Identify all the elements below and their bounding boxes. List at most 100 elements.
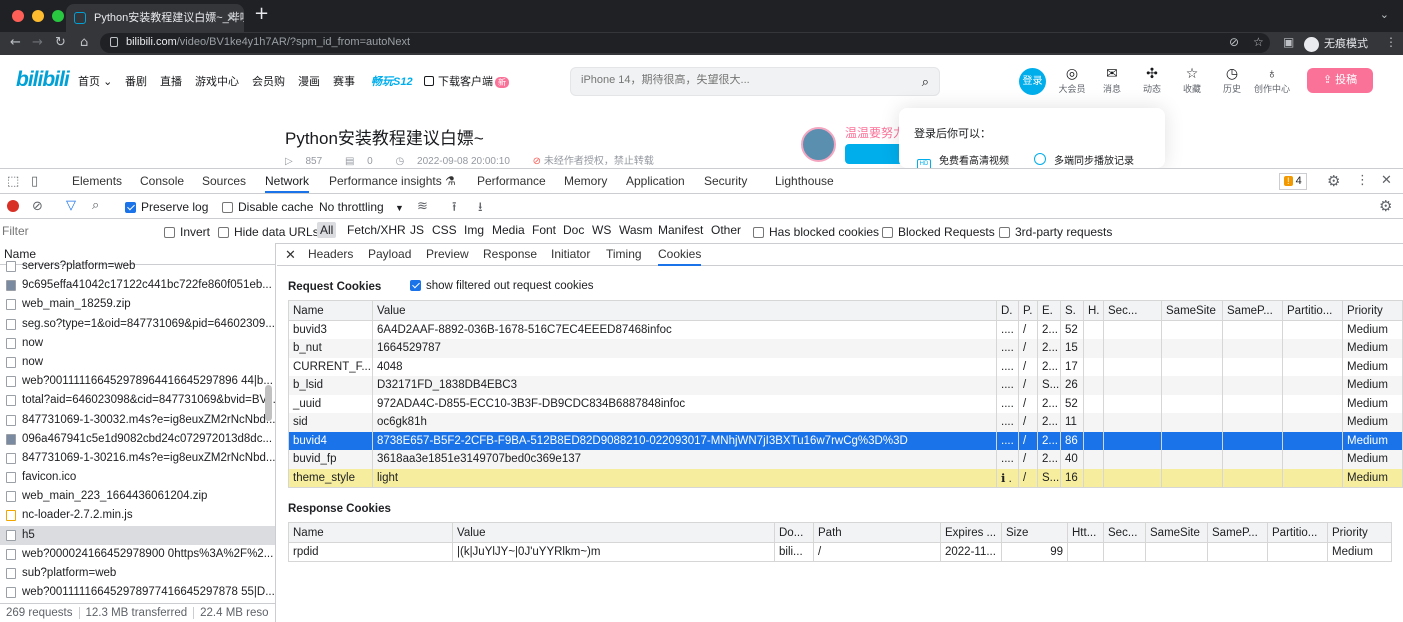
column-header[interactable]: D.: [996, 300, 1019, 321]
request-cookie-row[interactable]: theme_style light ℹ . / S... 16 Medium: [288, 468, 1403, 487]
column-header[interactable]: Sec...: [1103, 300, 1162, 321]
column-header[interactable]: H.: [1083, 300, 1104, 321]
nav-download-client[interactable]: 下载客户端新: [424, 73, 509, 89]
request-row[interactable]: servers?platform=web: [0, 257, 275, 276]
network-settings-gear-icon[interactable]: ⚙: [1379, 197, 1392, 215]
request-row[interactable]: now: [0, 334, 275, 353]
request-cookie-row[interactable]: b_nut 1664529787..../2... 15 Medium: [288, 339, 1403, 358]
tab-lighthouse[interactable]: Lighthouse: [775, 169, 834, 193]
column-header[interactable]: Name: [288, 522, 453, 543]
column-header[interactable]: SameP...: [1207, 522, 1268, 543]
nav-manga[interactable]: 漫画: [298, 73, 320, 89]
request-cookie-row[interactable]: _uuid 972ADA4C-D855-ECC10-3B3F-DB9CDC834B…: [288, 394, 1403, 413]
column-header[interactable]: Value: [452, 522, 775, 543]
column-header[interactable]: Size: [1001, 522, 1068, 543]
issues-counter[interactable]: ! 4: [1279, 173, 1307, 190]
upload-button[interactable]: ⇪ 投稿: [1307, 68, 1373, 93]
filter-input[interactable]: [2, 222, 152, 240]
incognito-profile[interactable]: 无痕模式: [1304, 35, 1368, 52]
tab-sources[interactable]: Sources: [202, 169, 246, 193]
clear-icon[interactable]: ⊘: [32, 198, 43, 214]
login-button[interactable]: 登录: [1019, 68, 1046, 95]
close-detail-icon[interactable]: ✕: [285, 243, 296, 266]
request-row[interactable]: web?000024166452978900 0https%3A%2F%2...: [0, 545, 275, 564]
search-input[interactable]: [581, 74, 901, 86]
filter-img[interactable]: Img: [461, 222, 487, 238]
column-header[interactable]: Path: [813, 522, 941, 543]
address-bar[interactable]: bilibili.com/video/BV1ke4y1h7AR/?spm_id_…: [100, 33, 1270, 53]
header-messages[interactable]: ✉ 消息: [1095, 65, 1129, 95]
hide-data-urls-checkbox[interactable]: Hide data URLs: [218, 225, 319, 239]
scrollbar-thumb[interactable]: [265, 385, 272, 421]
inspect-element-icon[interactable]: ⬚: [7, 173, 19, 189]
request-row[interactable]: 847731069-1-30216.m4s?e=ig8euxZM2rNcNbd.…: [0, 449, 275, 468]
record-icon[interactable]: [7, 200, 19, 212]
filter-fetch-xhr[interactable]: Fetch/XHR: [344, 222, 409, 238]
request-cookie-row[interactable]: buvid3 6A4D2AAF-8892-036B-1678-516C7EC4EE…: [288, 320, 1403, 339]
tab-initiator[interactable]: Initiator: [551, 243, 590, 266]
home-icon[interactable]: ⌂: [80, 35, 88, 50]
column-header[interactable]: SameP...: [1222, 300, 1283, 321]
request-row[interactable]: now: [0, 353, 275, 372]
tab-elements[interactable]: Elements: [72, 169, 122, 193]
request-row[interactable]: web?001111166452978964416645297896 44|b.…: [0, 372, 275, 391]
header-vip[interactable]: ◎ 大会员: [1055, 65, 1089, 95]
search-icon[interactable]: ⌕: [922, 74, 929, 90]
tab-headers[interactable]: Headers: [308, 243, 353, 266]
column-header[interactable]: Htt...: [1067, 522, 1104, 543]
filter-css[interactable]: CSS: [429, 222, 460, 238]
third-party-requests-checkbox[interactable]: 3rd-party requests: [999, 225, 1112, 239]
follow-button[interactable]: [845, 144, 905, 164]
filter-font[interactable]: Font: [529, 222, 559, 238]
bilibili-logo[interactable]: bilibili: [16, 68, 70, 92]
nav-esports[interactable]: 赛事: [333, 73, 355, 89]
nav-mall[interactable]: 会员购: [252, 73, 285, 89]
side-panel-icon[interactable]: ▣: [1283, 35, 1294, 49]
import-har-icon[interactable]: ⭱: [452, 198, 457, 220]
request-row[interactable]: 096a467941c5e1d9082cbd24c072972013d8dc..…: [0, 430, 275, 449]
response-cookie-row[interactable]: rpdid |(k|JuYlJY~|0J'uYYRlkm~)m bili.../20…: [288, 542, 1392, 561]
column-header[interactable]: Name: [288, 300, 373, 321]
filter-other[interactable]: Other: [708, 222, 744, 238]
close-tab-icon[interactable]: ✕: [226, 4, 236, 32]
forward-icon[interactable]: →: [32, 35, 43, 50]
back-icon[interactable]: ←: [10, 35, 21, 50]
filter-manifest[interactable]: Manifest: [655, 222, 706, 238]
filter-media[interactable]: Media: [489, 222, 528, 238]
column-header[interactable]: Sec...: [1103, 522, 1146, 543]
filter-doc[interactable]: Doc: [560, 222, 587, 238]
tab-preview[interactable]: Preview: [426, 243, 469, 266]
column-header[interactable]: SameSite: [1161, 300, 1223, 321]
column-header[interactable]: E.: [1037, 300, 1061, 321]
column-header[interactable]: Value: [372, 300, 997, 321]
request-row[interactable]: 847731069-1-30032.m4s?e=ig8euxZM2rNcNbd.…: [0, 411, 275, 430]
search-box[interactable]: ⌕: [570, 67, 940, 96]
filter-ws[interactable]: WS: [589, 222, 614, 238]
tab-network[interactable]: Network: [265, 169, 310, 193]
tab-security[interactable]: Security: [704, 169, 747, 193]
close-devtools-icon[interactable]: ✕: [1381, 172, 1392, 188]
browser-tab[interactable]: Python安装教程建议白嫖~_哔哩 ✕: [66, 4, 244, 32]
request-row[interactable]: web?001111166452978977416645297878 55|D.…: [0, 583, 275, 602]
header-dynamic[interactable]: ✣ 动态: [1135, 65, 1169, 95]
minimize-window-button[interactable]: [32, 10, 44, 22]
tab-cookies[interactable]: Cookies: [658, 243, 702, 266]
invert-checkbox[interactable]: Invert: [164, 225, 210, 239]
tab-search-chevron-icon[interactable]: ⌄: [1380, 8, 1389, 21]
request-row[interactable]: nc-loader-2.7.2.min.js: [0, 506, 275, 525]
column-header[interactable]: Partitio...: [1267, 522, 1328, 543]
request-list-scrollbar[interactable]: [265, 265, 272, 595]
request-cookie-row[interactable]: sid oc6gk81h..../2... 11 Medium: [288, 413, 1403, 432]
info-icon[interactable]: ℹ: [1001, 473, 1009, 485]
column-header[interactable]: Do...: [774, 522, 814, 543]
tab-application[interactable]: Application: [626, 169, 685, 193]
reload-icon[interactable]: ↻: [55, 35, 66, 50]
header-favorites[interactable]: ☆ 收藏: [1175, 65, 1209, 95]
zoom-window-button[interactable]: [52, 10, 64, 22]
request-row[interactable]: total?aid=646023098&cid=847731069&bvid=B…: [0, 391, 275, 410]
filter-js[interactable]: JS: [407, 222, 427, 238]
disable-cache-checkbox[interactable]: Disable cache: [222, 200, 313, 214]
filter-wasm[interactable]: Wasm: [616, 222, 656, 238]
tab-memory[interactable]: Memory: [564, 169, 607, 193]
settings-gear-icon[interactable]: ⚙: [1327, 172, 1340, 190]
